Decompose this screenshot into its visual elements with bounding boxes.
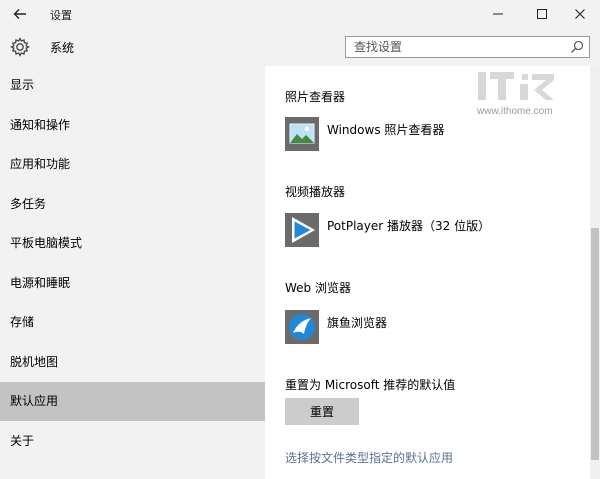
close-button[interactable] — [566, 3, 594, 25]
minimize-button[interactable] — [484, 3, 512, 25]
sidebar-item-tablet-mode[interactable]: 平板电脑模式 — [0, 224, 265, 263]
maximize-button[interactable] — [528, 3, 556, 25]
sidebar-item-storage[interactable]: 存储 — [0, 303, 265, 342]
arrow-left-icon — [13, 9, 26, 19]
photo-viewer-app-name: Windows 照片查看器 — [327, 123, 445, 137]
sidebar-item-display[interactable]: 显示 — [0, 66, 265, 105]
web-browser-app-button[interactable]: 旗鱼浏览器 — [285, 310, 565, 346]
vertical-scrollbar[interactable] — [590, 66, 600, 479]
sidebar-item-about[interactable]: 关于 — [0, 422, 265, 461]
video-player-app-name: PotPlayer 播放器（32 位版） — [327, 219, 491, 233]
maximize-icon — [537, 9, 547, 19]
sidebar-item-notifications[interactable]: 通知和操作 — [0, 106, 265, 145]
sidebar-item-apps-features[interactable]: 应用和功能 — [0, 145, 265, 184]
sidebar: 显示 通知和操作 应用和功能 多任务 平板电脑模式 电源和睡眠 存储 脱机地图 … — [0, 66, 265, 479]
play-icon — [285, 213, 319, 247]
reset-button[interactable]: 重置 — [285, 398, 359, 425]
reset-heading: 重置为 Microsoft 推荐的默认值 — [285, 378, 456, 392]
search-input[interactable] — [346, 37, 566, 57]
ithome-watermark-url: www.ithome.com — [477, 106, 553, 117]
search-box[interactable] — [345, 36, 590, 58]
video-player-heading: 视频播放器 — [285, 185, 346, 199]
search-icon[interactable] — [570, 40, 584, 54]
gear-icon — [10, 37, 30, 57]
sidebar-item-multitasking[interactable]: 多任务 — [0, 185, 265, 224]
minimize-icon — [493, 13, 503, 15]
choose-by-file-type-link[interactable]: 选择按文件类型指定的默认应用 — [285, 449, 453, 466]
web-browser-app-name: 旗鱼浏览器 — [327, 316, 388, 330]
title-bar: 设置 — [0, 0, 600, 28]
back-button[interactable] — [10, 4, 30, 24]
sidebar-item-default-apps[interactable]: 默认应用 — [0, 382, 265, 421]
sidebar-item-offline-maps[interactable]: 脱机地图 — [0, 343, 265, 382]
close-icon — [575, 9, 585, 19]
photo-viewer-app-button[interactable]: Windows 照片查看器 — [285, 117, 565, 153]
content-pane: 照片查看器 Windows 照片查看器 视频播放器 PotPlayer 播放器（… — [265, 66, 600, 479]
ithome-watermark-logo — [478, 72, 554, 100]
video-player-app-button[interactable]: PotPlayer 播放器（32 位版） — [285, 213, 565, 249]
photo-viewer-heading: 照片查看器 — [285, 90, 346, 104]
settings-header: 系统 — [0, 28, 600, 66]
scrollbar-thumb[interactable] — [591, 228, 599, 460]
window-title: 设置 — [50, 9, 72, 22]
page-title: 系统 — [50, 41, 75, 55]
sailfish-browser-icon — [285, 310, 319, 344]
web-browser-heading: Web 浏览器 — [285, 281, 351, 295]
photo-viewer-icon — [285, 117, 319, 151]
sidebar-item-power-sleep[interactable]: 电源和睡眠 — [0, 264, 265, 303]
